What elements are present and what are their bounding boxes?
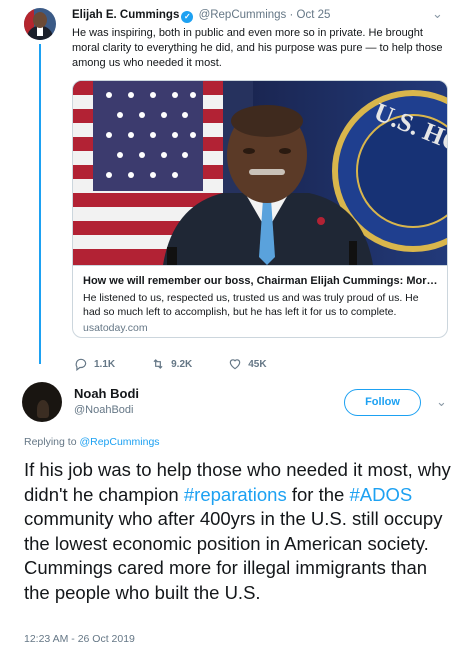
link-preview-image: U.S. HOUSE	[73, 81, 447, 265]
link-preview-body: How we will remember our boss, Chairman …	[73, 265, 447, 337]
retweet-count: 9.2K	[171, 358, 193, 370]
author-avatar[interactable]	[24, 8, 56, 40]
author-handle[interactable]: @RepCummings	[199, 9, 287, 21]
reply-author-avatar[interactable]	[22, 382, 62, 422]
reply-timestamp[interactable]: 12:23 AM - 26 Oct 2019	[24, 633, 135, 645]
reply-author-handle[interactable]: @NoahBodi	[74, 404, 133, 416]
tweet-actions-bar: 1.1K 9.2K 45K	[74, 356, 303, 372]
reply-author-name[interactable]: Noah Bodi	[74, 386, 139, 401]
replying-to-link[interactable]: @RepCummings	[79, 436, 159, 448]
parent-tweet-header: Elijah E. Cummings ✓ @RepCummings · Oct 2…	[72, 9, 330, 23]
reply-button[interactable]: 1.1K	[74, 356, 115, 372]
reply-tweet-text: If his job was to help those who needed …	[24, 458, 454, 605]
chevron-down-icon[interactable]: ⌄	[432, 7, 446, 21]
link-preview-title[interactable]: How we will remember our boss, Chairman …	[83, 274, 439, 288]
hashtag-link-ados[interactable]: #ADOS	[349, 484, 412, 505]
verified-badge-icon: ✓	[181, 11, 194, 23]
retweet-button[interactable]: 9.2K	[151, 356, 192, 372]
like-count: 45K	[248, 358, 267, 370]
tweet-date[interactable]: Oct 25	[297, 9, 331, 21]
like-button[interactable]: 45K	[228, 356, 267, 372]
link-preview-description: He listened to us, respected us, trusted…	[83, 292, 419, 318]
author-name[interactable]: Elijah E. Cummings	[72, 9, 179, 21]
reply-count: 1.1K	[94, 358, 116, 370]
replying-to-line: Replying to @RepCummings	[24, 436, 160, 448]
reply-icon	[75, 358, 87, 371]
parent-tweet-text: He was inspiring, both in public and eve…	[72, 27, 443, 69]
hashtag-link-reparations[interactable]: #reparations	[184, 484, 287, 505]
link-preview-domain: usatoday.com	[83, 322, 148, 334]
follow-button[interactable]: Follow	[344, 389, 421, 416]
header-separator: ·	[289, 9, 294, 21]
reply-text-part: for the	[286, 483, 350, 505]
reply-text-part: community who after 400yrs in the U.S. s…	[24, 508, 443, 603]
link-preview-card[interactable]: U.S. HOUSE How we will remember our boss…	[72, 80, 448, 338]
heart-icon	[229, 359, 241, 370]
thread-connector-line	[39, 44, 41, 364]
replying-to-label: Replying to	[24, 436, 77, 448]
chevron-down-icon[interactable]: ⌄	[436, 395, 450, 409]
retweet-icon	[153, 359, 163, 369]
